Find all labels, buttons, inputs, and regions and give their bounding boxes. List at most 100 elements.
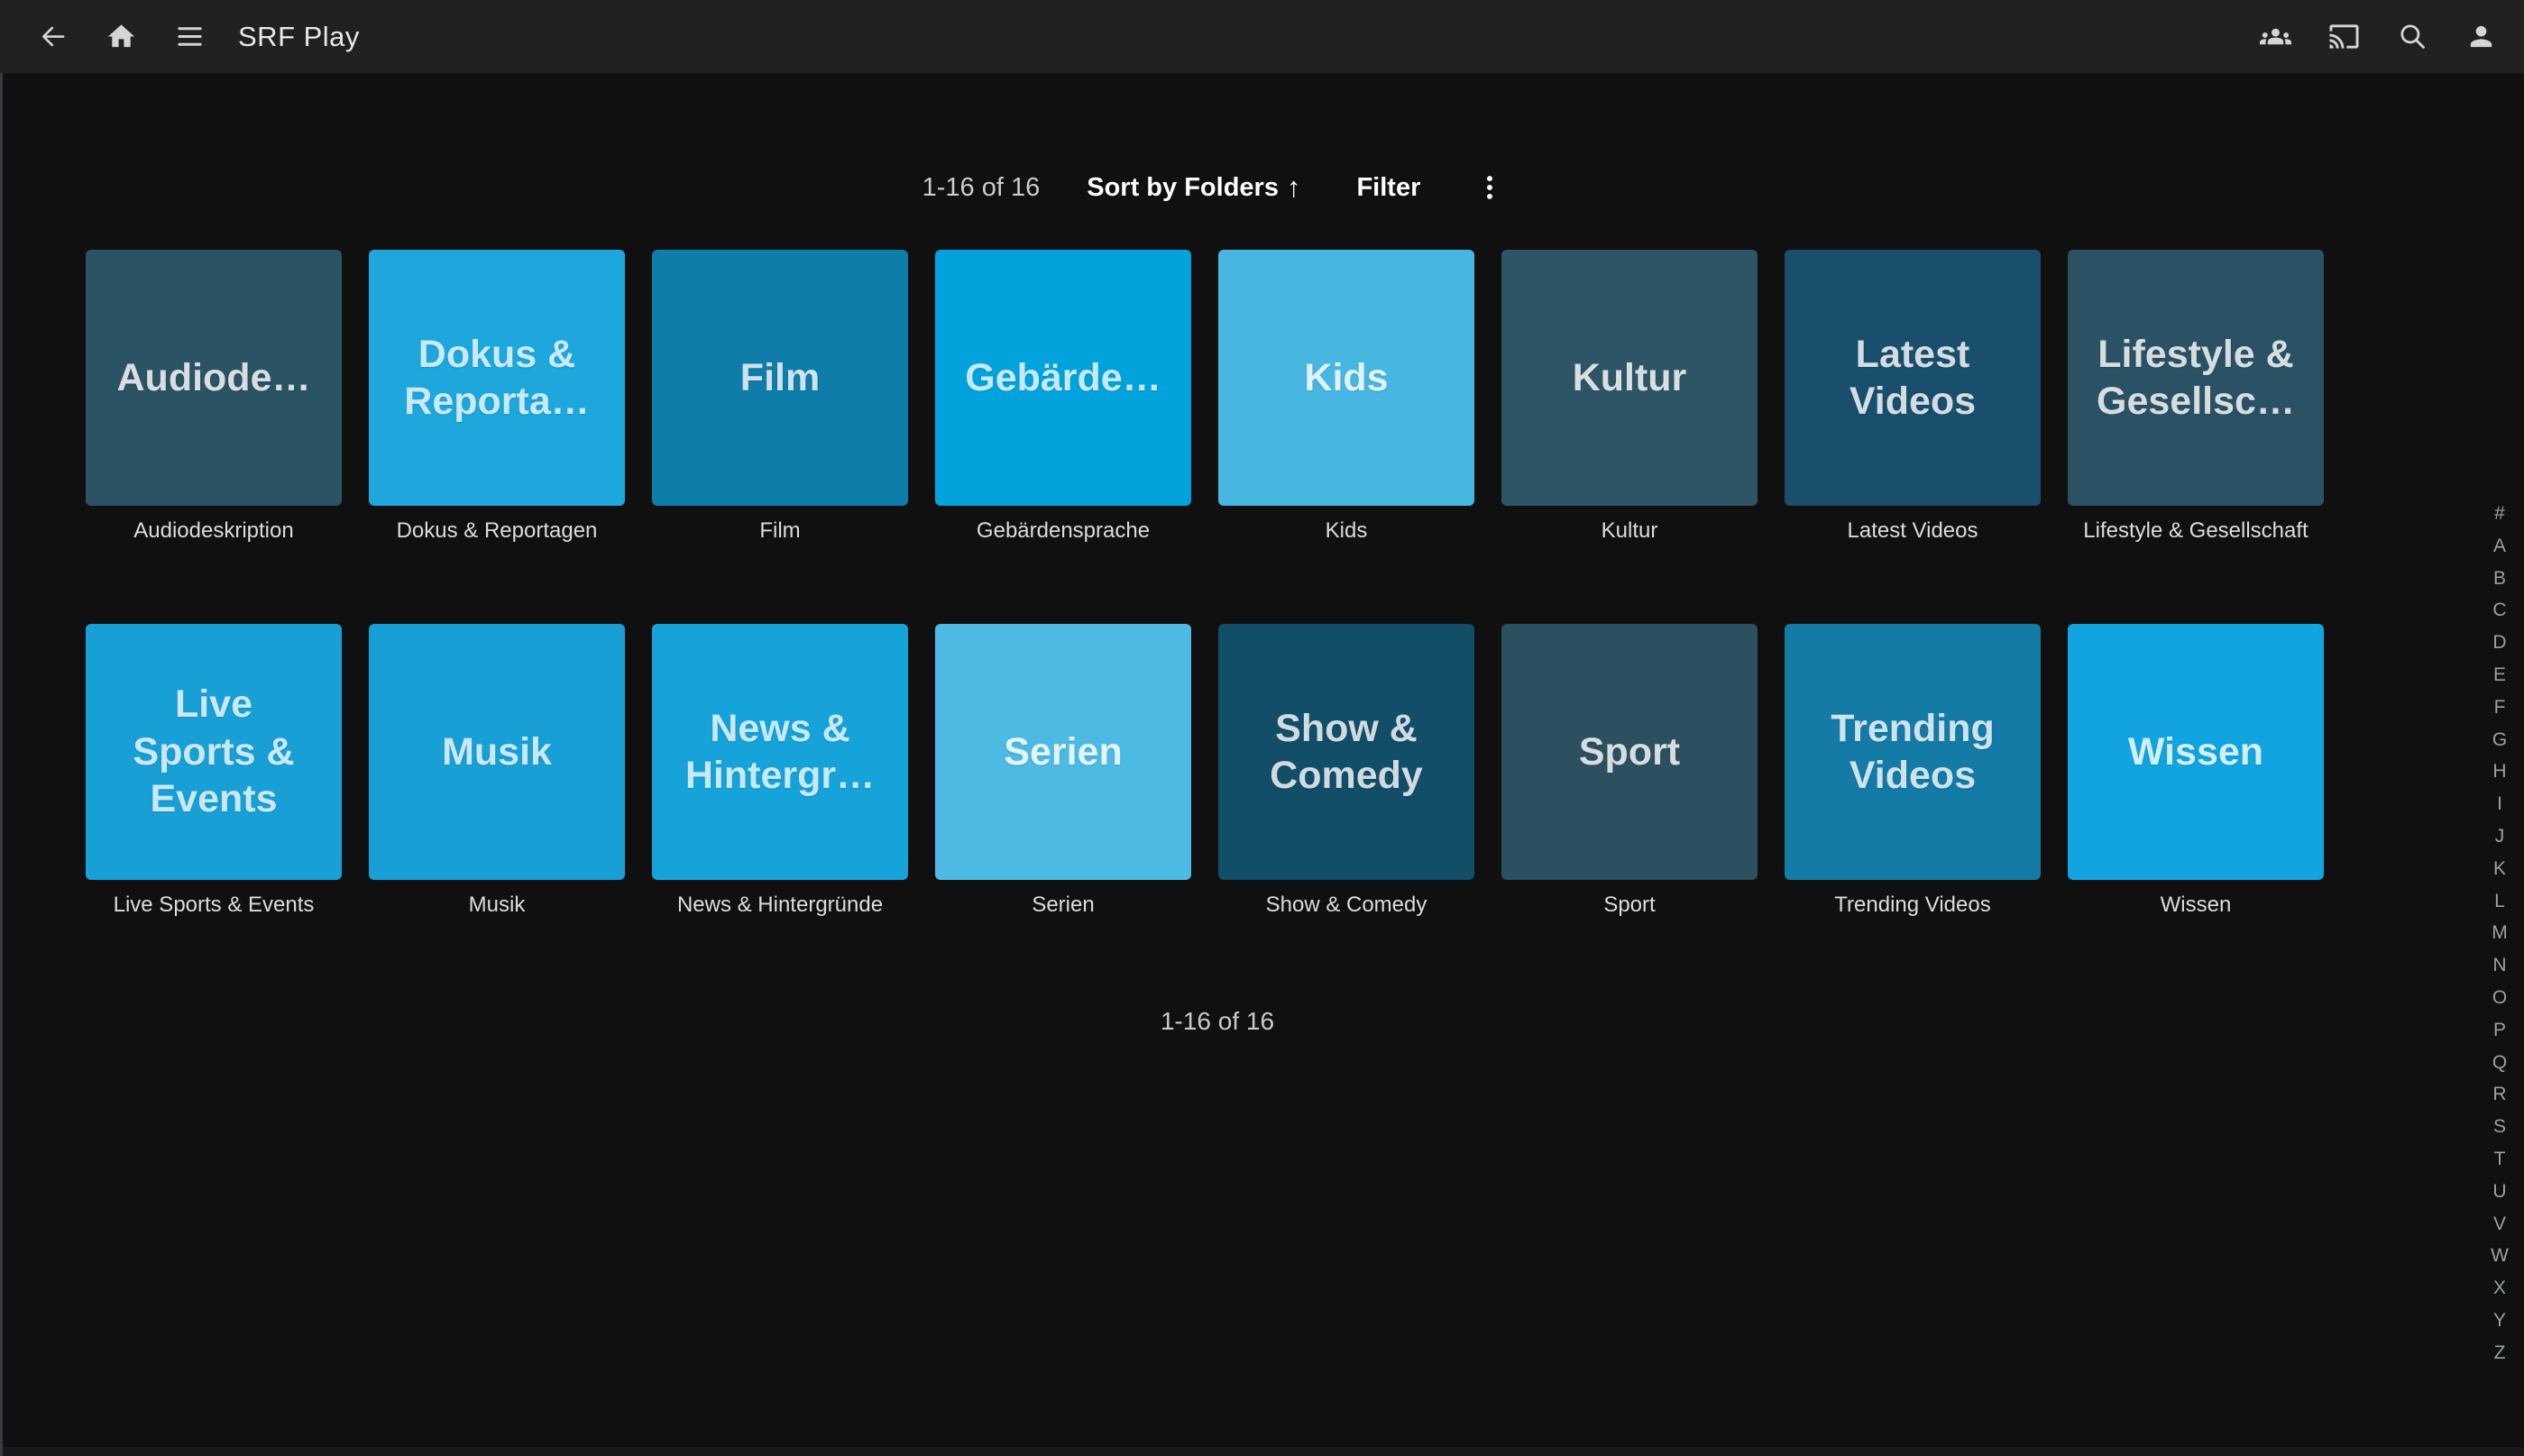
sort-button[interactable]: Sort by Folders ↑ (1078, 166, 1309, 209)
folder-card-live-sports-events[interactable]: Live Sports & Events Live Sports & Event… (86, 624, 342, 918)
folder-thumbnail[interactable]: News & Hintergr… (652, 624, 908, 880)
folder-card-musik[interactable]: Musik Musik (369, 624, 625, 918)
alphabet-letter-i[interactable]: I (2486, 788, 2513, 820)
alphabet-letter-a[interactable]: A (2486, 530, 2513, 563)
folder-thumbnail[interactable]: Audiode… (86, 250, 342, 506)
folder-card-film[interactable]: Film Film (652, 250, 908, 544)
alphabet-letter-p[interactable]: P (2486, 1014, 2513, 1047)
alphabet-letter-e[interactable]: E (2486, 659, 2513, 691)
more-options-button[interactable] (1467, 165, 1512, 210)
folder-card-latest-videos[interactable]: Latest Videos Latest Videos (1785, 250, 2041, 544)
alphabet-letter-u[interactable]: U (2486, 1176, 2513, 1208)
alphabet-letter-q[interactable]: Q (2486, 1047, 2513, 1079)
folder-thumbnail[interactable]: Kids (1218, 250, 1474, 506)
folder-card-sport[interactable]: Sport Sport (1501, 624, 1758, 918)
alphabet-letter-o[interactable]: O (2486, 982, 2513, 1014)
folder-name-label[interactable]: Trending Videos (1785, 893, 2041, 918)
folder-name-label[interactable]: Sport (1501, 893, 1758, 918)
folder-thumbnail[interactable]: Dokus & Reporta… (369, 250, 625, 506)
folder-name-label[interactable]: Serien (935, 893, 1191, 918)
alphabet-letter-c[interactable]: C (2486, 594, 2513, 627)
alphabet-letter-s[interactable]: S (2486, 1111, 2513, 1143)
folder-name-label[interactable]: Latest Videos (1785, 518, 2041, 544)
library-toolbar: 1-16 of 16 Sort by Folders ↑ Filter (0, 162, 2435, 213)
folder-name-label[interactable]: Kids (1218, 518, 1474, 544)
folder-thumbnail[interactable]: Trending Videos (1785, 624, 2041, 880)
alphabet-letter-d[interactable]: D (2486, 627, 2513, 659)
folder-thumbnail-text: News & Hintergr… (678, 705, 882, 800)
folder-thumbnail[interactable]: Musik (369, 624, 625, 880)
app-window: SRF Play 1-16 of 16 Sort by Folders ↑ Fi… (0, 0, 2524, 1456)
folder-name-label[interactable]: Lifestyle & Gesellschaft (2068, 518, 2324, 544)
alphabet-letter-v[interactable]: V (2486, 1208, 2513, 1241)
folder-card-dokus-reportagen[interactable]: Dokus & Reporta… Dokus & Reportagen (369, 250, 625, 544)
folder-thumbnail[interactable]: Wissen (2068, 624, 2324, 880)
folder-thumbnail-text: Latest Videos (1842, 331, 1983, 426)
alphabet-letter-z[interactable]: Z (2486, 1337, 2513, 1369)
horizontal-scrollbar[interactable] (3, 1447, 2524, 1456)
folder-card-show-comedy[interactable]: Show & Comedy Show & Comedy (1218, 624, 1474, 918)
cast-button[interactable] (2309, 0, 2378, 73)
menu-button[interactable] (155, 0, 224, 73)
alphabet-letter-k[interactable]: K (2486, 853, 2513, 885)
alphabet-letter-hash[interactable]: # (2486, 498, 2513, 530)
search-button[interactable] (2378, 0, 2446, 73)
folder-card-wissen[interactable]: Wissen Wissen (2068, 624, 2324, 918)
folder-card-lifestyle-gesellschaft[interactable]: Lifestyle & Gesellsc… Lifestyle & Gesell… (2068, 250, 2324, 544)
folder-name-label[interactable]: Show & Comedy (1218, 893, 1474, 918)
alphabet-letter-j[interactable]: J (2486, 820, 2513, 853)
alphabet-letter-l[interactable]: L (2486, 885, 2513, 918)
folder-card-serien[interactable]: Serien Serien (935, 624, 1191, 918)
folder-name-label[interactable]: News & Hintergründe (652, 893, 908, 918)
folder-thumbnail-text: Lifestyle & Gesellsc… (2089, 331, 2302, 426)
alphabet-letter-y[interactable]: Y (2486, 1305, 2513, 1337)
folder-name-label[interactable]: Audiodeskription (86, 518, 342, 544)
folder-card-news-hintergruende[interactable]: News & Hintergr… News & Hintergründe (652, 624, 908, 918)
folder-thumbnail-text: Live Sports & Events (125, 681, 301, 822)
folder-thumbnail[interactable]: Film (652, 250, 908, 506)
group-people-icon (2260, 21, 2291, 52)
folder-name-label[interactable]: Live Sports & Events (86, 893, 342, 918)
syncplay-button[interactable] (2241, 0, 2309, 73)
alphabet-letter-g[interactable]: G (2486, 724, 2513, 756)
filter-button[interactable]: Filter (1347, 168, 1429, 208)
home-button[interactable] (87, 0, 155, 73)
folder-name-label[interactable]: Film (652, 518, 908, 544)
folder-thumbnail[interactable]: Show & Comedy (1218, 624, 1474, 880)
folder-card-gebaerdensprache[interactable]: Gebärde… Gebärdensprache (935, 250, 1191, 544)
home-icon (106, 21, 137, 52)
alphabet-letter-r[interactable]: R (2486, 1078, 2513, 1111)
folder-name-label[interactable]: Kultur (1501, 518, 1758, 544)
folder-thumbnail-text: Kultur (1565, 354, 1694, 401)
back-button[interactable] (18, 0, 87, 73)
folder-thumbnail[interactable]: Latest Videos (1785, 250, 2041, 506)
folder-card-trending-videos[interactable]: Trending Videos Trending Videos (1785, 624, 2041, 918)
folder-thumbnail[interactable]: Sport (1501, 624, 1758, 880)
folder-card-kids[interactable]: Kids Kids (1218, 250, 1474, 544)
folder-name-label[interactable]: Wissen (2068, 893, 2324, 918)
folder-thumbnail[interactable]: Serien (935, 624, 1191, 880)
folder-thumbnail-text: Gebärde… (958, 354, 1168, 401)
folder-thumbnail[interactable]: Lifestyle & Gesellsc… (2068, 250, 2324, 506)
folder-thumbnail[interactable]: Live Sports & Events (86, 624, 342, 880)
item-count: 1-16 of 16 (922, 173, 1041, 203)
folder-thumbnail[interactable]: Gebärde… (935, 250, 1191, 506)
alphabet-letter-t[interactable]: T (2486, 1143, 2513, 1176)
folder-card-audiodeskription[interactable]: Audiode… Audiodeskription (86, 250, 342, 544)
folder-thumbnail-text: Trending Videos (1823, 705, 2002, 800)
alphabet-letter-n[interactable]: N (2486, 949, 2513, 982)
folder-name-label[interactable]: Musik (369, 893, 625, 918)
alphabet-letter-m[interactable]: M (2486, 917, 2513, 949)
folder-thumbnail[interactable]: Kultur (1501, 250, 1758, 506)
folder-card-kultur[interactable]: Kultur Kultur (1501, 250, 1758, 544)
alphabet-letter-x[interactable]: X (2486, 1272, 2513, 1305)
topbar-right (2241, 0, 2515, 73)
alphabet-letter-h[interactable]: H (2486, 755, 2513, 788)
alphabet-letter-f[interactable]: F (2486, 691, 2513, 724)
user-profile-button[interactable] (2446, 0, 2515, 73)
topbar-left: SRF Play (18, 0, 360, 73)
folder-name-label[interactable]: Gebärdensprache (935, 518, 1191, 544)
alphabet-letter-b[interactable]: B (2486, 563, 2513, 595)
alphabet-letter-w[interactable]: W (2486, 1240, 2513, 1272)
folder-name-label[interactable]: Dokus & Reportagen (369, 518, 625, 544)
